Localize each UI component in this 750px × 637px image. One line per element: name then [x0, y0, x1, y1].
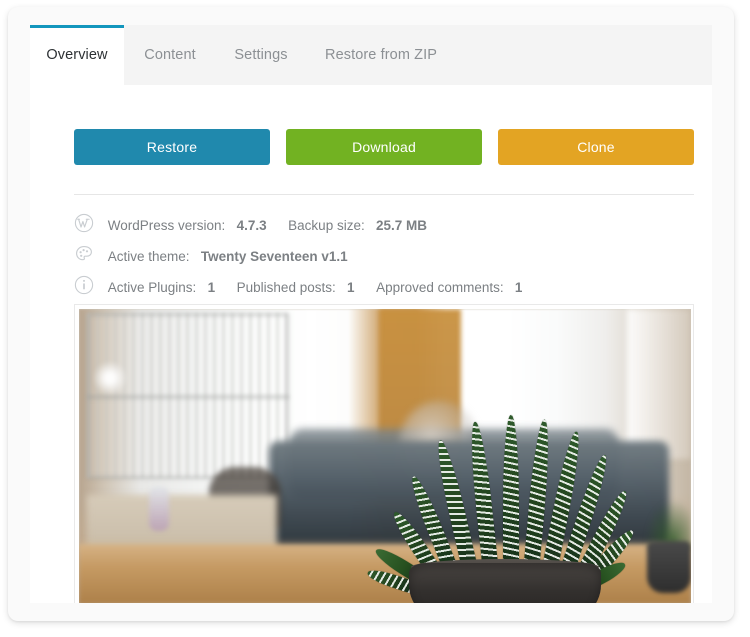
tab-bar: Overview Content Settings Restore from Z…: [30, 25, 712, 85]
backup-size-label: Backup size:: [288, 217, 365, 233]
wp-version-value: 4.7.3: [236, 217, 267, 233]
site-screenshot-frame: [74, 304, 694, 603]
download-button[interactable]: Download: [286, 129, 482, 165]
tab-overview[interactable]: Overview: [30, 25, 124, 85]
active-theme-value: Twenty Seventeen v1.1: [200, 248, 348, 264]
tab-restore-from-zip[interactable]: Restore from ZIP: [306, 25, 456, 85]
approved-comments-value: 1: [514, 279, 523, 295]
info-row-version: WordPress version: 4.7.3 Backup size: 25…: [74, 209, 694, 240]
tab-settings-label: Settings: [234, 47, 288, 63]
approved-comments-label: Approved comments:: [376, 279, 504, 295]
tab-content-label: Content: [144, 47, 196, 63]
backup-size-value: 25.7 MB: [376, 217, 428, 233]
tab-restore-from-zip-label: Restore from ZIP: [325, 47, 437, 63]
active-plugins-value: 1: [207, 279, 216, 295]
wordpress-icon: [74, 213, 96, 235]
published-posts-label: Published posts:: [236, 279, 336, 295]
restore-button[interactable]: Restore: [74, 129, 270, 165]
wp-version-label: WordPress version:: [107, 217, 226, 233]
backup-info-list: WordPress version: 4.7.3 Backup size: 25…: [74, 209, 694, 302]
active-theme-label: Active theme:: [107, 248, 190, 264]
info-row-theme: Active theme: Twenty Seventeen v1.1: [74, 240, 694, 271]
clone-button[interactable]: Clone: [498, 129, 694, 165]
palette-icon: [74, 244, 96, 266]
divider: [74, 194, 694, 195]
info-row-counts: Active Plugins: 1 Published posts: 1 App…: [74, 271, 694, 302]
site-screenshot-preview: [79, 309, 691, 603]
tab-settings[interactable]: Settings: [216, 25, 306, 85]
active-plugins-label: Active Plugins:: [107, 279, 197, 295]
info-circle-icon: [74, 275, 96, 297]
backup-card: Overview Content Settings Restore from Z…: [8, 7, 734, 621]
overview-panel: Restore Download Clone WordPress version…: [30, 85, 712, 603]
tab-overview-label: Overview: [46, 47, 108, 63]
tab-content[interactable]: Content: [124, 25, 216, 85]
published-posts-value: 1: [347, 279, 355, 295]
action-button-row: Restore Download Clone: [74, 129, 694, 165]
active-tab-accent-bar: [30, 25, 124, 28]
